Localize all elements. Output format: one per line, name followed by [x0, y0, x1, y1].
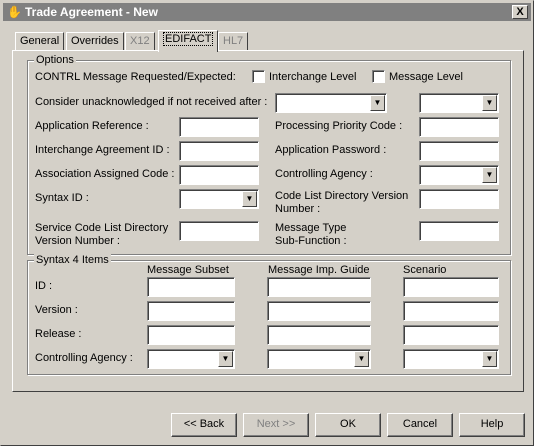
processing-priority-input[interactable] [419, 117, 499, 137]
association-code-label: Association Assigned Code : [35, 168, 175, 180]
chevron-down-icon: ▼ [354, 351, 369, 367]
id-message-imp-guide-input[interactable] [267, 277, 371, 297]
interchange-level-checkbox[interactable] [252, 70, 265, 83]
cancel-button[interactable]: Cancel [387, 413, 453, 437]
version-message-subset-input[interactable] [147, 301, 235, 321]
message-type-label-line2: Sub-Function : [275, 235, 347, 247]
service-code-label-line2: Version Number : [35, 235, 120, 247]
controlling-agency-label: Controlling Agency : [275, 168, 373, 180]
interchange-agreement-label: Interchange Agreement ID : [35, 144, 170, 156]
app-reference-input[interactable] [179, 117, 259, 137]
tab-general[interactable]: General [15, 32, 65, 51]
app-password-label: Application Password : [275, 144, 387, 156]
ok-button[interactable]: OK [315, 413, 381, 437]
version-scenario-input[interactable] [403, 301, 499, 321]
tab-x12[interactable]: X12 [125, 32, 155, 51]
chevron-down-icon: ▼ [370, 95, 385, 111]
message-level-label: Message Level [389, 71, 463, 83]
syntax4-controlling-agency-label: Controlling Agency : [35, 352, 133, 364]
contrl-label: CONTRL Message Requested/Expected: [35, 71, 236, 83]
syntax4-release-label: Release : [35, 328, 82, 340]
column-message-subset: Message Subset [147, 264, 229, 276]
syntax4-version-label: Version : [35, 304, 78, 316]
column-message-imp-guide: Message Imp. Guide [268, 264, 370, 276]
chevron-down-icon: ▼ [218, 351, 233, 367]
tab-edifact[interactable]: EDIFACT [158, 30, 219, 52]
id-scenario-input[interactable] [403, 277, 499, 297]
code-list-label-line1: Code List Directory Version [275, 190, 409, 202]
column-scenario: Scenario [403, 264, 447, 276]
interchange-level-label: Interchange Level [269, 71, 357, 83]
syntax-id-label: Syntax ID : [35, 192, 89, 204]
controlling-agency-dropdown[interactable]: ▼ [419, 165, 499, 185]
message-type-label-line1: Message Type [275, 222, 347, 234]
window-title: Trade Agreement - New [25, 5, 158, 19]
processing-priority-label: Processing Priority Code : [275, 120, 403, 132]
agency-scenario-dropdown[interactable]: ▼ [403, 349, 499, 369]
unack-dropdown[interactable]: ▼ [275, 93, 387, 113]
handshake-icon: ✋ [7, 5, 22, 19]
association-code-input[interactable] [179, 165, 259, 185]
service-code-input[interactable] [179, 221, 259, 241]
close-button[interactable]: X [512, 5, 528, 19]
message-type-input[interactable] [419, 221, 499, 241]
syntax4-legend: Syntax 4 Items [34, 254, 111, 266]
chevron-down-icon: ▼ [482, 351, 497, 367]
chevron-down-icon: ▼ [482, 95, 497, 111]
options-legend: Options [34, 54, 76, 66]
release-message-imp-guide-input[interactable] [267, 325, 371, 345]
syntax-id-dropdown[interactable]: ▼ [179, 189, 259, 209]
interchange-agreement-input[interactable] [179, 141, 259, 161]
release-message-subset-input[interactable] [147, 325, 235, 345]
release-scenario-input[interactable] [403, 325, 499, 345]
code-list-label-line2: Number : [275, 203, 321, 215]
next-button[interactable]: Next >> [243, 413, 309, 437]
tab-overrides[interactable]: Overrides [66, 32, 124, 51]
service-code-label-line1: Service Code List Directory [35, 222, 169, 234]
id-message-subset-input[interactable] [147, 277, 235, 297]
trade-agreement-window: ✋ Trade Agreement - New X General Overri… [0, 0, 534, 446]
tab-hl7[interactable]: HL7 [218, 32, 249, 51]
app-password-input[interactable] [419, 141, 499, 161]
unack-label: Consider unacknowledged if not received … [35, 96, 268, 108]
unack-unit-dropdown[interactable]: ▼ [419, 93, 499, 113]
back-button[interactable]: << Back [171, 413, 237, 437]
chevron-down-icon: ▼ [242, 191, 257, 207]
agency-message-imp-guide-dropdown[interactable]: ▼ [267, 349, 371, 369]
version-message-imp-guide-input[interactable] [267, 301, 371, 321]
chevron-down-icon: ▼ [482, 167, 497, 183]
message-level-checkbox[interactable] [372, 70, 385, 83]
agency-message-subset-dropdown[interactable]: ▼ [147, 349, 235, 369]
syntax4-id-label: ID : [35, 280, 53, 292]
help-button[interactable]: Help [459, 413, 525, 437]
app-reference-label: Application Reference : [35, 120, 149, 132]
title-bar: ✋ Trade Agreement - New X [3, 3, 531, 21]
code-list-input[interactable] [419, 189, 499, 209]
tab-edifact-label: EDIFACT [163, 32, 214, 46]
